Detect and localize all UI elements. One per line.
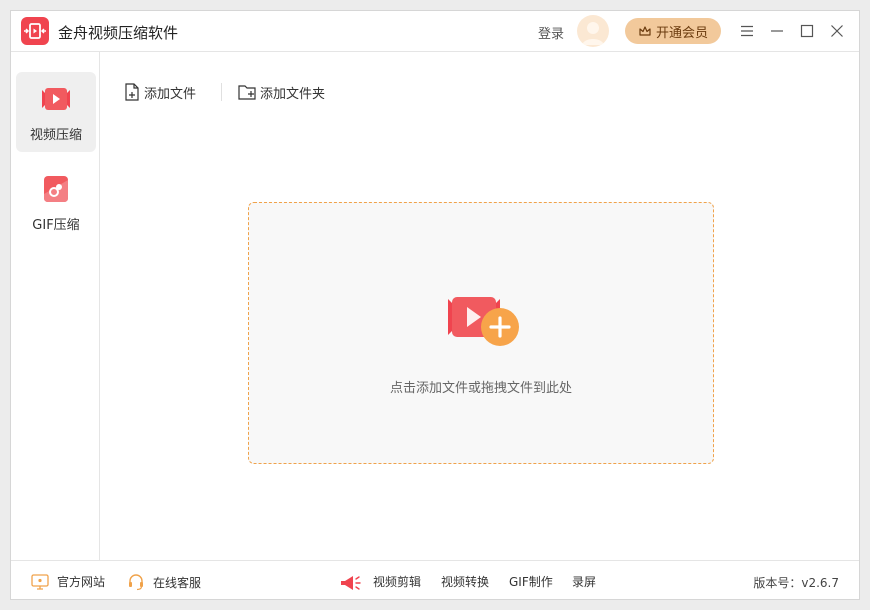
app-window: 金舟视频压缩软件 登录 开通会员 视频压缩 GIF压缩 添加文件 添加文件夹 点…: [10, 10, 860, 600]
footer-bar: 官方网站 在线客服 视频剪辑 视频转换 GIF制作 录屏 版本号：v2.6.7: [11, 560, 859, 601]
add-folder-icon: [238, 85, 256, 100]
video-edit-label: 视频剪辑: [373, 575, 422, 589]
vip-button[interactable]: 开通会员: [625, 18, 721, 44]
menu-icon[interactable]: [737, 21, 757, 41]
file-drop-zone[interactable]: 点击添加文件或拖拽文件到此处: [248, 202, 714, 464]
screen-record-label: 录屏: [572, 575, 597, 589]
gif-make-label: GIF制作: [509, 575, 553, 589]
minimize-icon[interactable]: [767, 21, 787, 41]
megaphone-icon: [341, 576, 361, 590]
app-title: 金舟视频压缩软件: [58, 24, 179, 42]
add-file-icon: [125, 83, 139, 101]
login-link[interactable]: 登录: [538, 23, 564, 42]
app-logo-icon: [21, 17, 49, 45]
drop-hint: 点击添加文件或拖拽文件到此处: [389, 381, 572, 396]
customer-service-link[interactable]: 在线客服: [127, 573, 201, 591]
screen-record-link[interactable]: 录屏: [572, 573, 596, 590]
customer-service-label: 在线客服: [153, 575, 202, 590]
sidebar-item-label: GIF压缩: [32, 218, 80, 233]
add-file-button[interactable]: 添加文件: [124, 82, 196, 102]
promo-links: [339, 573, 363, 593]
sidebar-item-video-compress[interactable]: 视频压缩: [16, 72, 96, 152]
close-icon[interactable]: [827, 21, 847, 41]
add-folder-label: 添加文件夹: [260, 86, 326, 102]
video-edit-link[interactable]: 视频剪辑: [373, 573, 421, 590]
title-bar: 金舟视频压缩软件 登录 开通会员: [11, 11, 859, 52]
video-convert-label: 视频转换: [441, 575, 490, 589]
toolbar-divider: [221, 83, 222, 101]
avatar[interactable]: [577, 15, 609, 47]
add-file-label: 添加文件: [144, 86, 197, 102]
sidebar-item-gif-compress[interactable]: GIF压缩: [16, 162, 96, 242]
maximize-icon[interactable]: [797, 21, 817, 41]
monitor-icon: [31, 573, 49, 590]
official-site-label: 官方网站: [57, 575, 106, 589]
headset-icon: [129, 574, 143, 591]
crown-icon: [639, 26, 651, 36]
video-convert-link[interactable]: 视频转换: [441, 573, 489, 590]
gif-make-link[interactable]: GIF制作: [509, 573, 553, 590]
sidebar: 视频压缩 GIF压缩: [11, 52, 100, 560]
official-site-link[interactable]: 官方网站: [31, 573, 105, 590]
add-video-icon: [448, 297, 519, 346]
gif-compress-icon: [44, 176, 68, 202]
vip-label: 开通会员: [655, 25, 708, 41]
video-compress-icon: [42, 88, 70, 110]
add-folder-button[interactable]: 添加文件夹: [238, 82, 325, 102]
version-label: 版本号：v2.6.7: [753, 576, 839, 590]
sidebar-item-label: 视频压缩: [29, 128, 82, 143]
